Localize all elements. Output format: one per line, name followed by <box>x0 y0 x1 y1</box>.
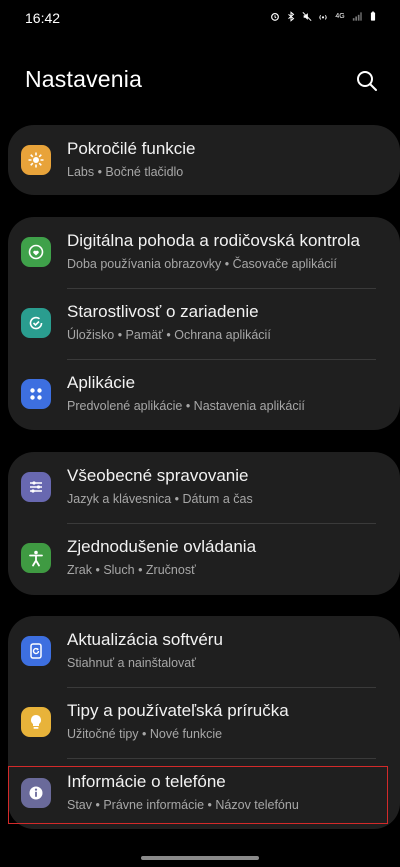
item-subtitle: Doba používania obrazovky • Časovače apl… <box>67 257 337 271</box>
home-indicator[interactable] <box>141 856 259 860</box>
battery-icon <box>368 11 378 22</box>
item-subtitle: Predvolené aplikácie • Nastavenia apliká… <box>67 399 305 413</box>
item-title: Informácie o telefóne <box>67 772 226 791</box>
search-button[interactable] <box>354 68 380 94</box>
device-care-icon <box>21 308 51 338</box>
search-icon <box>357 71 377 91</box>
settings-item-advanced-features[interactable]: Pokročilé funkcie Labs • Bočné tlačidlo <box>8 125 400 195</box>
settings-item-software-update[interactable]: Aktualizácia softvéru Stiahnuť a nainšta… <box>8 616 400 686</box>
settings-item-digital-wellbeing[interactable]: Digitálna pohoda a rodičovská kontrola D… <box>8 217 400 287</box>
hotspot-icon <box>318 11 328 22</box>
item-subtitle: Jazyk a klávesnica • Dátum a čas <box>67 492 253 506</box>
tips-icon <box>21 707 51 737</box>
bluetooth-icon <box>286 11 296 22</box>
4g-icon: 4G <box>335 13 345 20</box>
settings-group-3: Všeobecné spravovanie Jazyk a klávesnica… <box>8 452 400 595</box>
item-subtitle: Zrak • Sluch • Zručnosť <box>67 563 196 577</box>
about-phone-icon <box>21 778 51 808</box>
item-subtitle: Úložisko • Pamäť • Ochrana aplikácií <box>67 328 271 342</box>
settings-item-tips[interactable]: Tipy a používateľská príručka Užitočné t… <box>8 687 400 757</box>
general-management-icon <box>21 472 51 502</box>
settings-group-2: Digitálna pohoda a rodičovská kontrola D… <box>8 217 400 430</box>
mute-icon <box>302 11 312 22</box>
digital-wellbeing-icon <box>21 237 51 267</box>
settings-item-accessibility[interactable]: Zjednodušenie ovládania Zrak • Sluch • Z… <box>8 523 400 593</box>
settings-item-apps[interactable]: Aplikácie Predvolené aplikácie • Nastave… <box>8 359 400 429</box>
alarm-icon <box>270 11 280 22</box>
settings-group-4: Aktualizácia softvéru Stiahnuť a nainšta… <box>8 616 400 829</box>
settings-group-1: Pokročilé funkcie Labs • Bočné tlačidlo <box>8 125 400 195</box>
item-title: Aplikácie <box>67 373 136 392</box>
item-subtitle: Labs • Bočné tlačidlo <box>67 165 184 179</box>
item-title: Pokročilé funkcie <box>67 139 196 158</box>
signal-icon <box>352 11 362 22</box>
item-subtitle: Stiahnuť a nainštalovať <box>67 656 196 670</box>
apps-icon <box>21 379 51 409</box>
item-title: Všeobecné spravovanie <box>67 466 249 485</box>
item-title: Aktualizácia softvéru <box>67 630 223 649</box>
status-bar: 16:42 4G <box>0 0 400 36</box>
item-subtitle: Stav • Právne informácie • Názov telefón… <box>67 798 299 812</box>
accessibility-icon <box>21 543 51 573</box>
item-title: Zjednodušenie ovládania <box>67 537 257 556</box>
page-title: Nastavenia <box>25 66 143 92</box>
item-title: Starostlivosť o zariadenie <box>67 302 259 321</box>
status-icons: 4G <box>270 11 378 22</box>
status-time: 16:42 <box>25 10 61 26</box>
settings-item-general-management[interactable]: Všeobecné spravovanie Jazyk a klávesnica… <box>8 452 400 522</box>
item-subtitle: Užitočné tipy • Nové funkcie <box>67 727 223 741</box>
settings-item-about-phone[interactable]: Informácie o telefóne Stav • Právne info… <box>8 758 400 828</box>
item-title: Digitálna pohoda a rodičovská kontrola <box>67 231 360 250</box>
software-update-icon <box>21 636 51 666</box>
item-title: Tipy a používateľská príručka <box>67 701 289 720</box>
settings-item-device-care[interactable]: Starostlivosť o zariadenie Úložisko • Pa… <box>8 288 400 358</box>
advanced-features-icon <box>21 145 51 175</box>
